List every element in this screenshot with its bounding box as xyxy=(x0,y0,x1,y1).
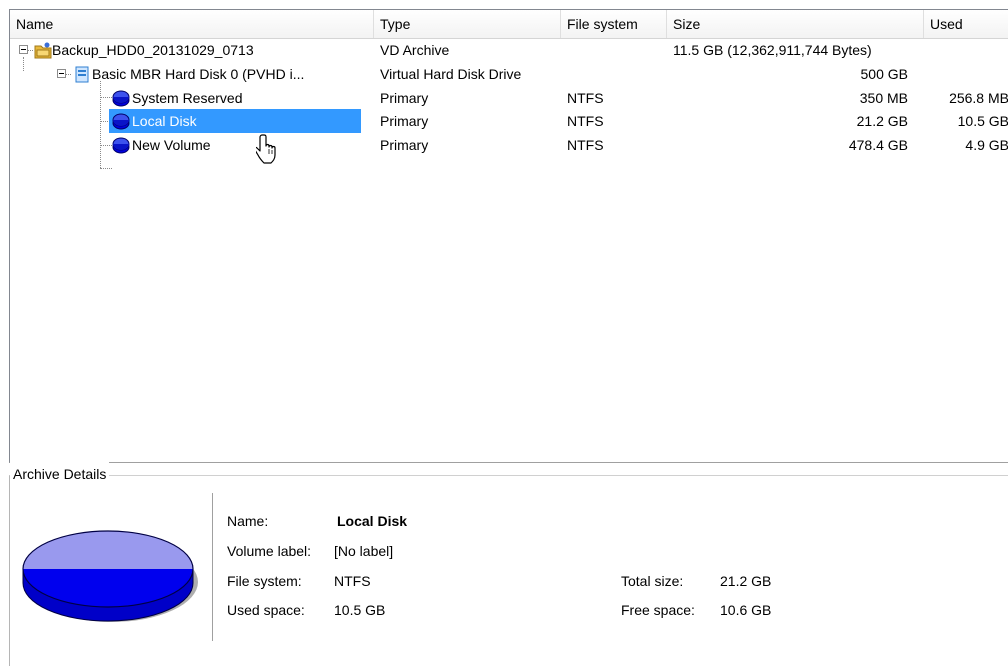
collapse-toggle[interactable] xyxy=(19,45,28,54)
row-type: VD Archive xyxy=(380,42,450,58)
collapse-toggle[interactable] xyxy=(57,69,66,78)
column-header-bar: Name Type File system Size Used xyxy=(10,10,1008,39)
row-file-system xyxy=(567,62,667,86)
row-used: 256.8 MB xyxy=(949,90,1008,106)
row-name: Basic MBR Hard Disk 0 (PVHD i... xyxy=(92,66,305,82)
tree-row-hard-disk[interactable]: Basic MBR Hard Disk 0 (PVHD i... Virtual… xyxy=(10,62,1008,86)
row-name: New Volume xyxy=(132,137,211,153)
column-header-type-label: Type xyxy=(380,16,411,32)
used-space-value: 10.5 GB xyxy=(334,602,386,618)
free-space-value: 10.6 GB xyxy=(720,602,772,618)
volume-tree-list[interactable]: Name Type File system Size Used Backup_H… xyxy=(9,9,1008,463)
column-header-used-label: Used xyxy=(930,16,963,32)
total-size-label: Total size: xyxy=(621,573,684,589)
volume-icon xyxy=(112,90,130,107)
used-space-label: Used space: xyxy=(227,602,305,618)
tree-row-backup-archive[interactable]: Backup_HDD0_20131029_0713 VD Archive 11.… xyxy=(10,38,1008,62)
column-header-file-system-label: File system xyxy=(567,16,638,32)
tree-line xyxy=(28,50,33,51)
row-file-system: NTFS xyxy=(567,137,604,153)
row-type: Virtual Hard Disk Drive xyxy=(380,66,522,82)
row-size: 478.4 GB xyxy=(848,137,908,153)
row-file-system xyxy=(567,38,667,62)
name-value: Local Disk xyxy=(337,513,408,529)
row-name: Local Disk xyxy=(132,113,197,129)
row-used: 10.5 GB xyxy=(957,113,1008,129)
row-used: 4.9 GB xyxy=(965,137,1008,153)
free-space-label: Free space: xyxy=(621,602,695,618)
volume-label-label: Volume label: xyxy=(227,543,312,559)
volume-icon xyxy=(112,137,130,154)
archive-details-title: Archive Details xyxy=(10,462,110,486)
hand-cursor-icon xyxy=(256,134,276,164)
column-header-size[interactable]: Size xyxy=(667,10,924,38)
total-size-value: 21.2 GB xyxy=(720,573,772,589)
volume-label-value: [No label] xyxy=(334,543,394,559)
row-file-system: NTFS xyxy=(567,90,604,106)
row-size: 11.5 GB (12,362,911,744 Bytes) xyxy=(673,42,872,58)
file-system-label: File system: xyxy=(227,573,302,589)
tree-line xyxy=(66,74,71,75)
row-size: 500 GB xyxy=(860,66,908,82)
row-size: 350 MB xyxy=(859,90,908,106)
row-name: Backup_HDD0_20131029_0713 xyxy=(52,42,254,58)
row-size: 21.2 GB xyxy=(856,113,908,129)
file-system-value: NTFS xyxy=(334,573,371,589)
row-file-system: NTFS xyxy=(567,113,604,129)
row-used xyxy=(924,62,1008,86)
column-header-size-label: Size xyxy=(673,16,701,32)
row-used xyxy=(924,38,1008,62)
name-label: Name: xyxy=(227,513,269,529)
column-header-name[interactable]: Name xyxy=(10,10,374,38)
column-header-type[interactable]: Type xyxy=(374,10,561,38)
tree-row-system-reserved[interactable]: System Reserved Primary NTFS 350 MB 256.… xyxy=(10,86,1008,110)
tree-row-local-disk[interactable]: Local Disk Primary NTFS 21.2 GB 10.5 GB xyxy=(10,109,1008,133)
archive-folder-icon xyxy=(34,42,52,59)
row-type: Primary xyxy=(380,113,429,129)
column-header-name-label: Name xyxy=(16,16,54,32)
tree-line xyxy=(100,168,112,169)
column-header-file-system[interactable]: File system xyxy=(561,10,667,38)
tree-row-new-volume[interactable]: New Volume Primary NTFS 478.4 GB 4.9 GB xyxy=(10,133,1008,157)
hard-disk-icon xyxy=(75,66,89,83)
row-type: Primary xyxy=(380,90,429,106)
volume-usage-disk-graphic xyxy=(22,530,198,622)
column-header-used[interactable]: Used xyxy=(924,10,1008,38)
details-separator xyxy=(212,493,213,641)
row-name: System Reserved xyxy=(132,90,243,106)
row-type: Primary xyxy=(380,137,429,153)
volume-icon xyxy=(112,113,130,130)
